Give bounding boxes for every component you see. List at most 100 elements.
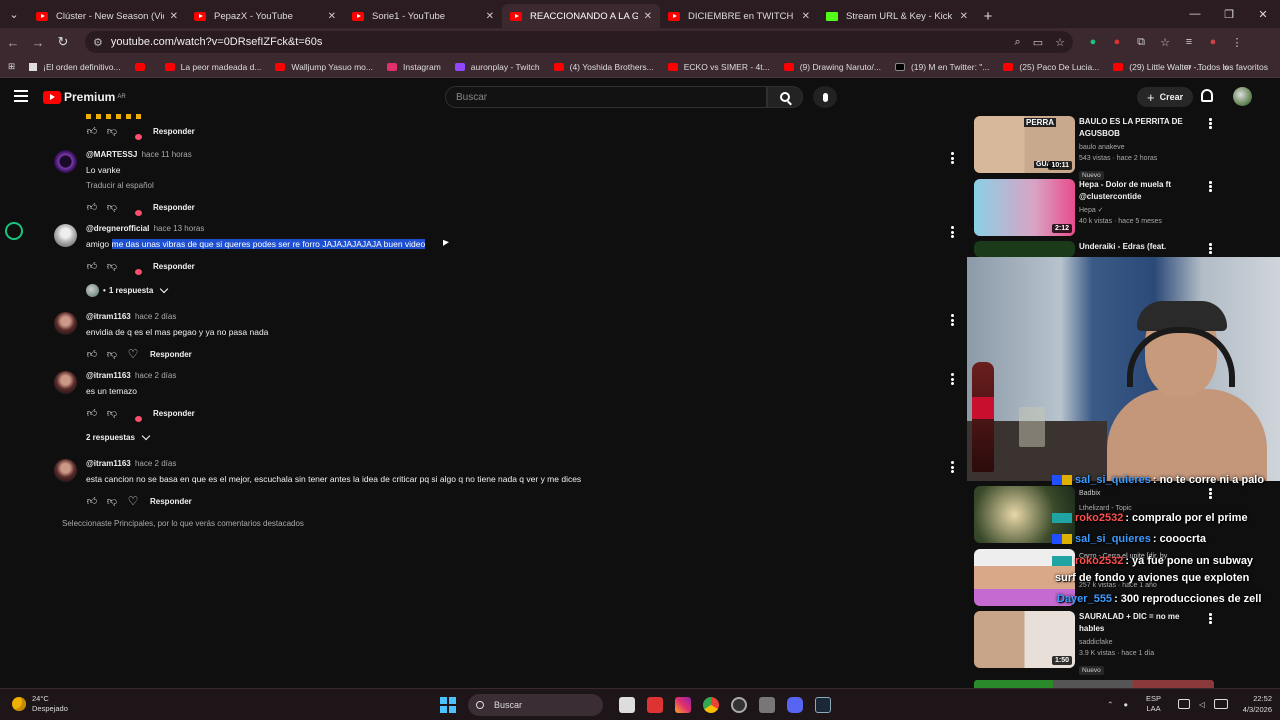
minimize-button[interactable]: — [1178,0,1212,28]
video-thumbnail[interactable]: PERRA GUAU 10:11 [974,116,1075,173]
dislike-icon[interactable]: 👎︎ [106,201,118,213]
avatar[interactable] [54,459,77,482]
app-red-icon[interactable] [647,697,663,713]
comment-more-icon[interactable] [950,373,954,387]
avatar[interactable] [54,150,77,173]
comment-author[interactable]: @MARTESSJ [86,150,137,159]
like-icon[interactable]: 👍︎ [86,125,98,137]
reply-button[interactable]: Responder [153,203,195,212]
creator-heart-avatar[interactable] [126,201,142,216]
battery-icon[interactable] [1213,699,1228,709]
bookmark-star-icon[interactable]: ☆ [1055,36,1065,49]
obs-icon[interactable] [731,697,747,713]
comment-author[interactable]: @itram1163 [86,312,131,321]
file-explorer-icon[interactable] [619,697,635,713]
dislike-icon[interactable]: 👎︎ [106,125,118,137]
dislike-icon[interactable]: 👎︎ [106,407,118,419]
menu-icon[interactable] [14,90,28,105]
volume-icon[interactable]: ◁ [1199,700,1205,709]
comment-more-icon[interactable] [950,461,954,475]
creator-heart-avatar[interactable] [126,260,142,275]
zoom-icon[interactable]: ⌕ [1015,36,1021,49]
channel-name[interactable]: baulo anakeve [1079,142,1204,153]
video-title[interactable]: BAULO ES LA PERRITA DE AGUSBOB [1079,116,1204,140]
network-icon[interactable] [1178,699,1191,709]
avatar[interactable] [54,224,77,247]
comment-time[interactable]: hace 2 días [135,371,176,380]
avatar[interactable] [54,312,77,335]
close-icon[interactable]: ✕ [802,11,810,22]
comment-time[interactable]: hace 13 horas [154,224,205,233]
weather-widget[interactable]: 24°C Despejado [12,694,68,714]
avatar[interactable] [54,371,77,394]
discord-icon[interactable] [787,697,803,713]
channel-name[interactable]: saddicfake [1079,637,1204,648]
site-info-icon[interactable]: ⚙ [93,36,103,49]
instagram-app-icon[interactable] [675,697,691,713]
close-icon[interactable]: ✕ [328,11,336,22]
search-button[interactable] [767,86,803,108]
chrome-icon[interactable] [703,697,719,713]
close-window-button[interactable]: ✕ [1246,0,1280,28]
back-button[interactable]: ← [1,30,25,54]
media-control-icon[interactable]: ≡ [1177,36,1201,48]
comment-author[interactable]: @dregnerofficial [86,224,149,233]
steam-icon[interactable] [815,697,831,713]
tray-chevron-icon[interactable]: ⌃ [1107,700,1113,709]
close-icon[interactable]: ✕ [644,11,652,22]
tab-4-active[interactable]: REACCIONANDO A LA GALLER ✕ [502,4,660,28]
video-title[interactable]: Hepa - Dolor de muela ft @clustercontide [1079,179,1204,203]
account-avatar[interactable] [1233,87,1252,106]
close-icon[interactable]: ✕ [170,11,178,22]
creator-heart-avatar[interactable] [126,407,142,422]
video-thumbnail[interactable]: 2:12 [974,179,1075,236]
channel-name[interactable]: Badbix [1079,488,1204,499]
replies-toggle[interactable]: 2 respuestas [86,431,151,442]
video-more-icon[interactable] [1209,243,1212,255]
all-bookmarks-folder[interactable]: ▭ Todos los favoritos [1184,61,1268,72]
tab-5[interactable]: DICIEMBRE en TWITCH y KICK ✕ [660,4,818,28]
bookmark-10[interactable]: (19) M en Twitter: "... [894,62,989,72]
like-icon[interactable]: 👍︎ [86,201,98,213]
replies-toggle[interactable]: • 1 respuesta [86,284,169,297]
channel-name[interactable]: Hepa ✓ [1079,205,1204,216]
bookmark-3[interactable]: La peor madeada d... [164,62,261,72]
bookmark-7[interactable]: (4) Yoshida Brothers... [553,62,654,72]
bookmark-6[interactable]: auronplay - Twitch [454,62,540,72]
profile-avatar[interactable]: ● [1201,36,1225,48]
video-thumbnail[interactable] [974,241,1075,257]
voice-search-button[interactable] [813,86,837,108]
apps-grid-icon[interactable]: ⊞ [8,61,15,72]
reload-button[interactable]: ↻ [51,30,75,54]
browser-menu-icon[interactable]: ⋮ [1225,36,1249,49]
video-title[interactable]: SAURALAD + DIC = no me hables [1079,611,1204,635]
bookmark-4[interactable]: Walljump Yasuo mo... [275,62,373,72]
language-indicator[interactable]: ESP LAA [1146,694,1161,714]
video-more-icon[interactable] [1209,118,1212,130]
comment-time[interactable]: hace 11 horas [142,150,192,159]
like-icon[interactable]: 👍︎ [86,260,98,272]
comment-author[interactable]: @itram1163 [86,371,131,380]
like-icon[interactable]: 👍︎ [86,495,98,507]
tab-6[interactable]: Stream URL & Key - Kick Dashb ✕ [818,4,976,28]
video-thumbnail[interactable]: 1:50 [974,611,1075,668]
cast-icon[interactable]: ▭ [1033,36,1043,49]
video-more-icon[interactable] [1209,181,1212,193]
address-bar[interactable]: ⚙ youtube.com/watch?v=0DRsefIZFck&t=60s … [85,31,1073,53]
extension-red-icon[interactable]: ● [1105,36,1129,48]
dislike-icon[interactable]: 👎︎ [106,495,118,507]
heart-icon[interactable]: ♡ [126,347,140,361]
tab-2[interactable]: PepazX - YouTube ✕ [186,4,344,28]
translate-link[interactable]: Traducir al español [86,181,195,190]
forward-button[interactable]: → [26,30,50,54]
bookmark-1[interactable]: ¡El orden definitivo... [29,62,121,72]
create-button[interactable]: + Crear [1137,87,1194,107]
video-more-icon[interactable] [1209,613,1212,625]
creator-heart-avatar[interactable] [126,125,142,140]
extensions-puzzle-icon[interactable]: ⧉ [1129,36,1153,49]
comment-more-icon[interactable] [950,152,954,166]
dislike-icon[interactable]: 👎︎ [106,348,118,360]
notifications-bell-icon[interactable] [1201,89,1213,102]
comment-more-icon[interactable] [950,314,954,328]
tab-3[interactable]: Sorie1 - YouTube ✕ [344,4,502,28]
